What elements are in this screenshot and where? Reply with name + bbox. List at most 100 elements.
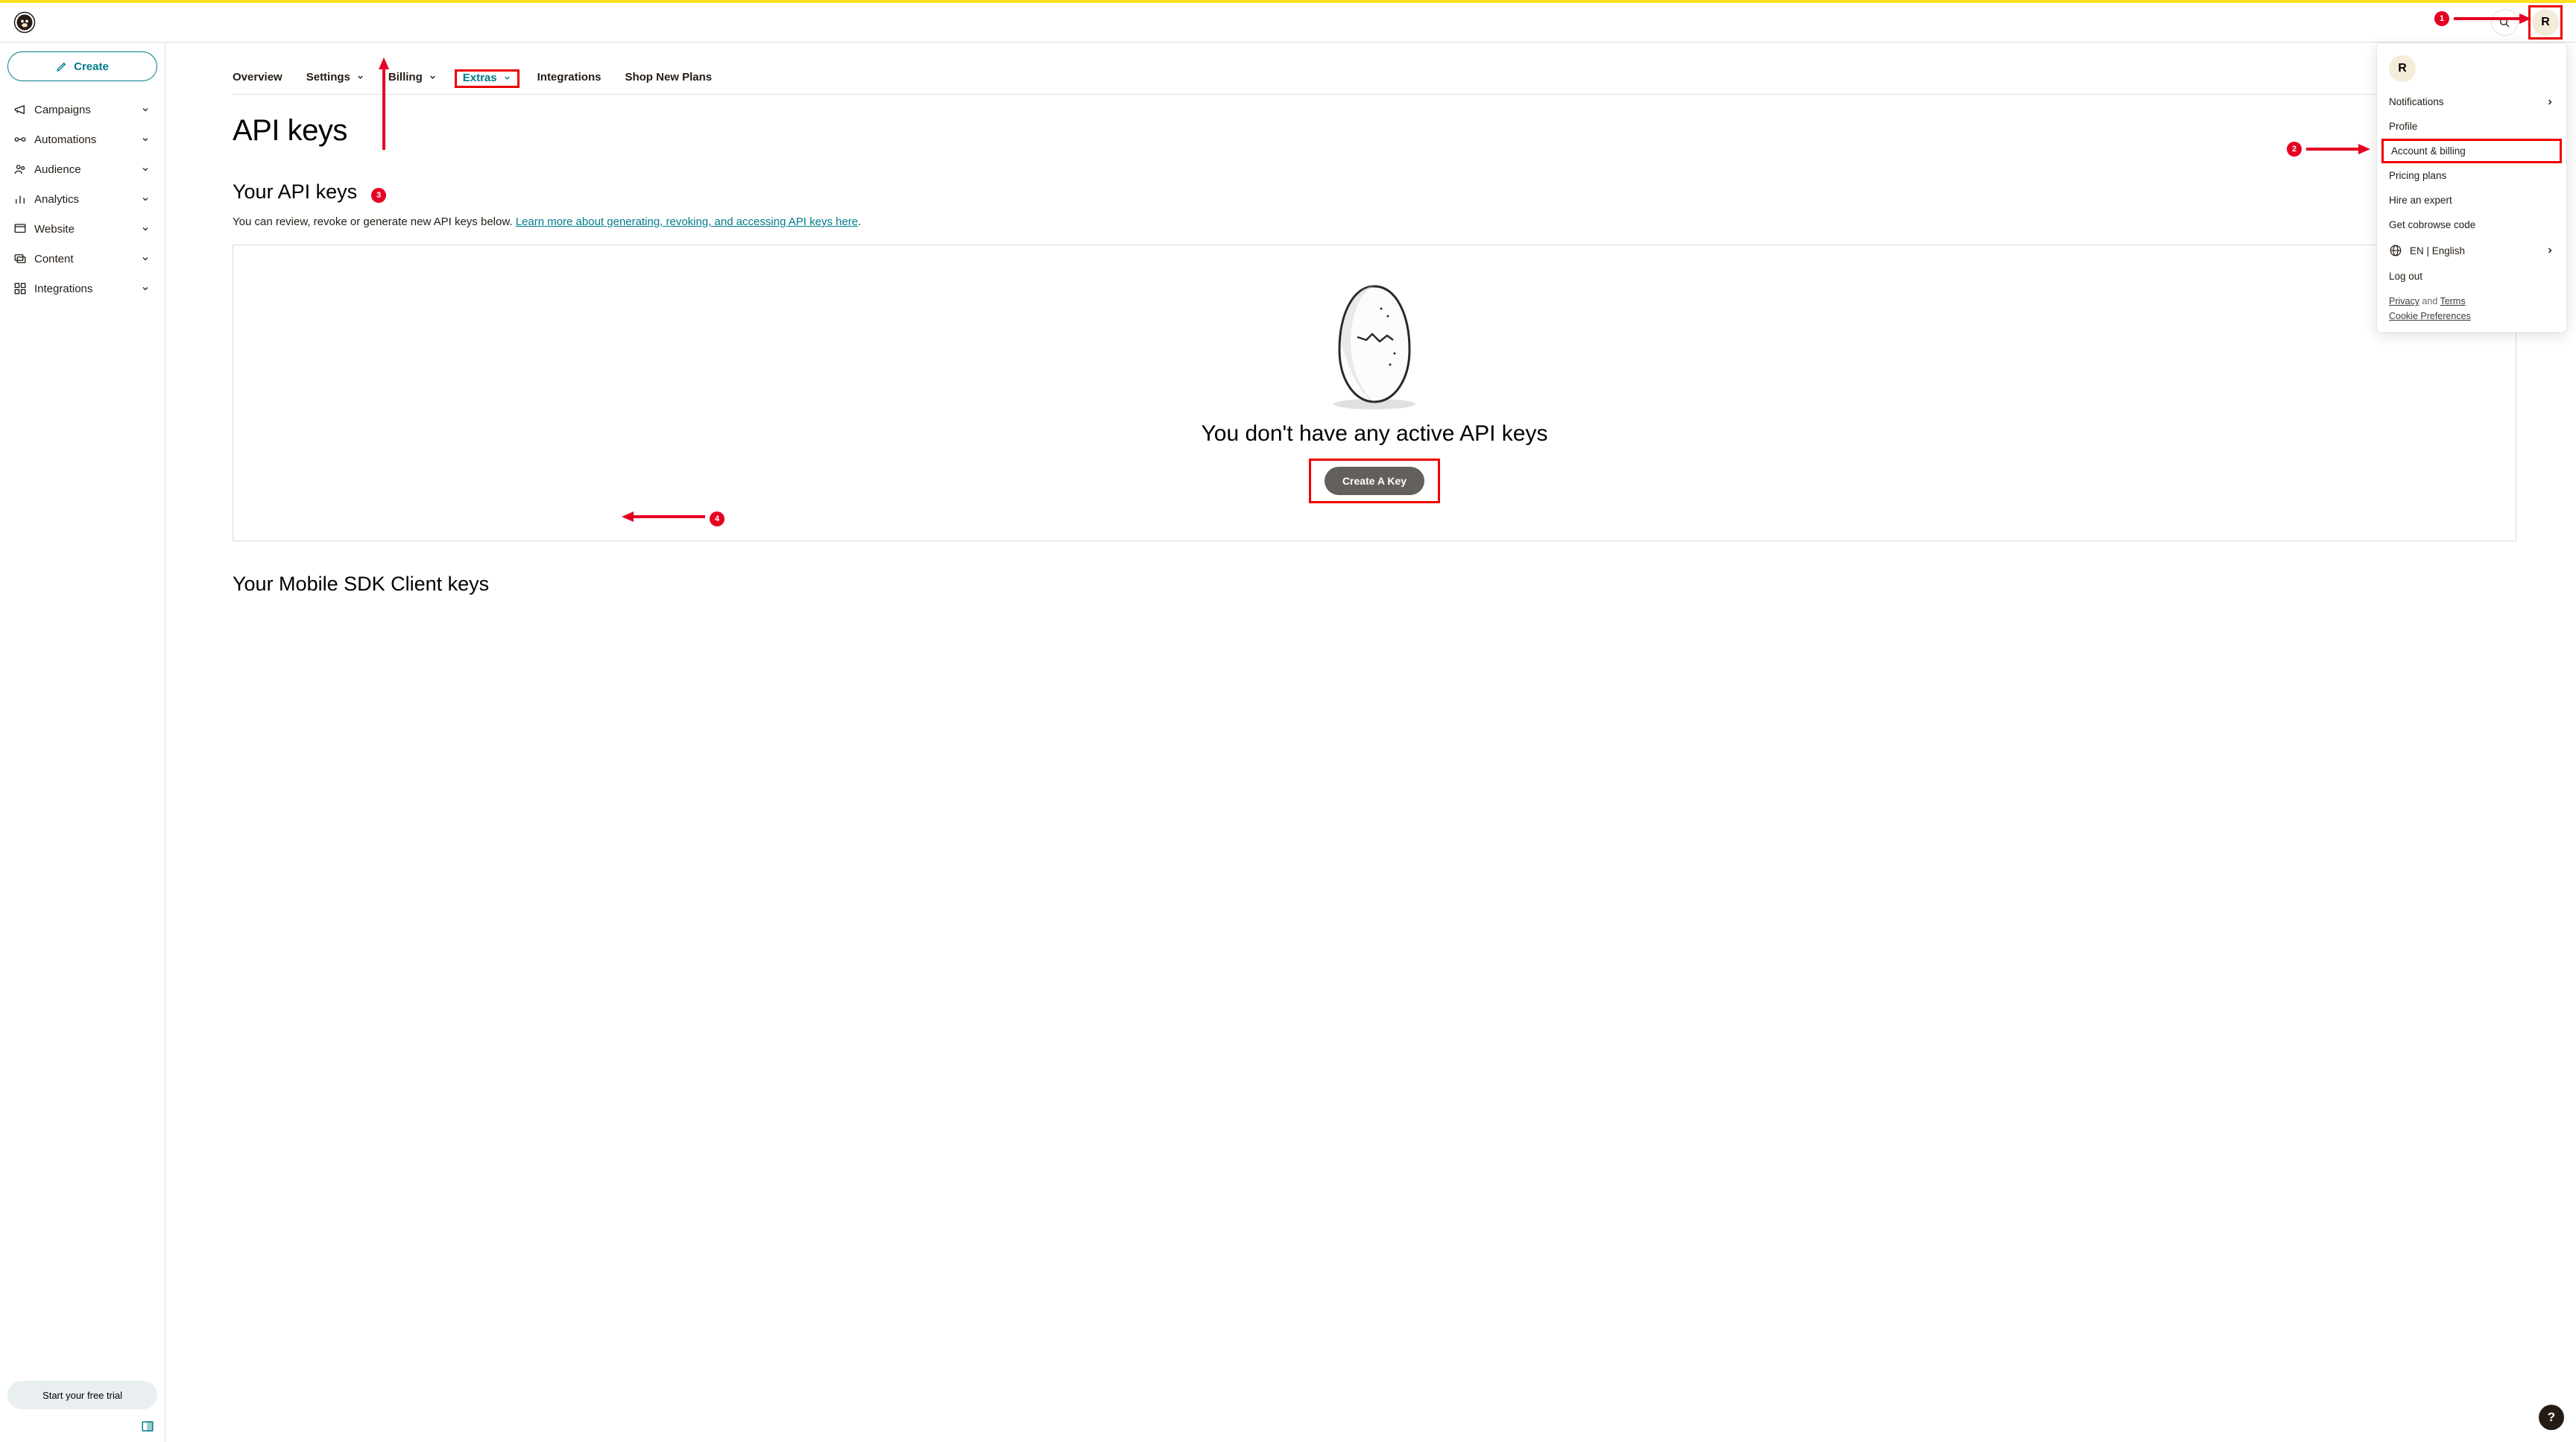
- dropdown-item-account-billing[interactable]: Account & billing: [2381, 139, 2562, 163]
- chevron-right-icon: [2545, 98, 2554, 107]
- sidebar-item-label: Audience: [34, 163, 139, 176]
- start-free-trial-button[interactable]: Start your free trial: [7, 1381, 157, 1409]
- empty-state-heading: You don't have any active API keys: [248, 421, 2501, 447]
- cookie-prefs-link[interactable]: Cookie Preferences: [2389, 311, 2471, 321]
- sidebar-item-label: Website: [34, 223, 139, 236]
- dropdown-item-logout[interactable]: Log out: [2377, 264, 2566, 289]
- sidebar-item-integrations[interactable]: Integrations: [7, 274, 157, 303]
- chevron-down-icon: [356, 73, 364, 81]
- dropdown-item-profile[interactable]: Profile: [2377, 114, 2566, 139]
- pencil-icon: [56, 60, 68, 72]
- trial-button-label: Start your free trial: [42, 1390, 122, 1401]
- create-button-label: Create: [74, 60, 109, 73]
- sidebar-item-label: Content: [34, 253, 139, 265]
- section-title-api-keys: Your API keys: [233, 180, 2516, 204]
- create-api-key-button[interactable]: Create A Key: [1325, 467, 1424, 495]
- and-text: and: [2419, 296, 2440, 306]
- chevron-right-icon: [2545, 246, 2554, 255]
- tab-label: Integrations: [537, 71, 602, 84]
- tab-billing[interactable]: Billing: [388, 65, 437, 94]
- monkey-head-icon: [13, 11, 36, 34]
- help-fab-button[interactable]: ?: [2539, 1405, 2564, 1430]
- mailchimp-logo[interactable]: [13, 11, 36, 34]
- empty-state-box: You don't have any active API keys Creat…: [233, 245, 2516, 541]
- privacy-link[interactable]: Privacy: [2389, 296, 2419, 306]
- tab-label: Extras: [463, 72, 497, 84]
- top-bar: R: [0, 3, 2576, 42]
- dropdown-item-language[interactable]: EN | English: [2377, 237, 2566, 264]
- chevron-down-icon: [139, 223, 151, 235]
- chevron-down-icon: [139, 104, 151, 116]
- tab-shop-plans[interactable]: Shop New Plans: [625, 65, 712, 94]
- automation-icon: [13, 133, 34, 146]
- section-title-mobile-sdk: Your Mobile SDK Client keys: [233, 573, 2516, 596]
- sidebar-item-label: Integrations: [34, 283, 139, 295]
- sidebar-item-website[interactable]: Website: [7, 214, 157, 244]
- account-dropdown-menu: R Notifications Profile Account & billin…: [2376, 42, 2567, 333]
- main-content: Overview Settings Billing Extras Integra…: [165, 42, 2576, 1442]
- terms-link[interactable]: Terms: [2440, 296, 2466, 306]
- tab-integrations[interactable]: Integrations: [537, 65, 602, 94]
- sidebar-item-label: Campaigns: [34, 104, 139, 116]
- sidebar-item-label: Automations: [34, 133, 139, 146]
- website-icon: [13, 222, 34, 236]
- question-mark-icon: ?: [2548, 1410, 2555, 1425]
- dropdown-item-label: Log out: [2389, 271, 2422, 282]
- dropdown-item-hire-expert[interactable]: Hire an expert: [2377, 188, 2566, 212]
- search-button[interactable]: [2491, 9, 2518, 36]
- dropdown-item-label: EN | English: [2410, 245, 2465, 256]
- tab-overview[interactable]: Overview: [233, 65, 282, 94]
- audience-icon: [13, 163, 34, 176]
- chevron-down-icon: [139, 133, 151, 145]
- desc-text: You can review, revoke or generate new A…: [233, 215, 516, 228]
- chevron-down-icon: [503, 74, 511, 82]
- page-title: API keys: [233, 114, 2516, 148]
- empty-state-illustration: [248, 275, 2501, 417]
- account-avatar-button[interactable]: R: [2532, 9, 2559, 36]
- content-icon: [13, 252, 34, 265]
- collapse-sidebar-button[interactable]: [7, 1420, 157, 1433]
- dropdown-item-pricing-plans[interactable]: Pricing plans: [2377, 163, 2566, 188]
- search-icon: [2498, 16, 2510, 28]
- dropdown-item-label: Profile: [2389, 121, 2417, 132]
- dropdown-item-notifications[interactable]: Notifications: [2377, 89, 2566, 114]
- section-description: You can review, revoke or generate new A…: [233, 214, 2516, 231]
- grid-icon: [13, 282, 34, 295]
- dropdown-footer: Privacy and Terms Cookie Preferences: [2377, 289, 2566, 321]
- sidebar-item-campaigns[interactable]: Campaigns: [7, 95, 157, 125]
- account-tabs: Overview Settings Billing Extras Integra…: [233, 65, 2516, 95]
- dropdown-item-label: Account & billing: [2391, 145, 2466, 157]
- tab-label: Billing: [388, 71, 423, 84]
- create-key-label: Create A Key: [1342, 475, 1407, 487]
- globe-icon: [2389, 244, 2402, 257]
- sidebar-item-automations[interactable]: Automations: [7, 125, 157, 154]
- megaphone-icon: [13, 103, 34, 116]
- panel-collapse-icon: [141, 1420, 154, 1433]
- sidebar-item-content[interactable]: Content: [7, 244, 157, 274]
- create-button[interactable]: Create: [7, 51, 157, 81]
- tab-label: Shop New Plans: [625, 71, 712, 84]
- sidebar-item-analytics[interactable]: Analytics: [7, 184, 157, 214]
- tab-extras[interactable]: Extras: [455, 69, 520, 88]
- annotation-highlight-avatar: R: [2528, 5, 2563, 40]
- dropdown-avatar: R: [2389, 55, 2416, 82]
- sidebar-item-audience[interactable]: Audience: [7, 154, 157, 184]
- chevron-down-icon: [139, 253, 151, 265]
- dropdown-item-label: Get cobrowse code: [2389, 219, 2475, 230]
- dropdown-item-label: Pricing plans: [2389, 170, 2446, 181]
- cracked-egg-icon: [1319, 279, 1430, 413]
- dropdown-item-label: Notifications: [2389, 96, 2444, 107]
- tab-label: Overview: [233, 71, 282, 84]
- chevron-down-icon: [139, 283, 151, 295]
- bar-chart-icon: [13, 192, 34, 206]
- avatar-letter: R: [2541, 16, 2550, 29]
- tab-label: Settings: [306, 71, 350, 84]
- dropdown-item-cobrowse[interactable]: Get cobrowse code: [2377, 212, 2566, 237]
- left-sidebar: Create Campaigns Automations Audie: [0, 42, 165, 1442]
- sidebar-item-label: Analytics: [34, 193, 139, 206]
- avatar-letter: R: [2398, 62, 2407, 75]
- learn-more-link[interactable]: Learn more about generating, revoking, a…: [516, 215, 858, 228]
- tab-settings[interactable]: Settings: [306, 65, 364, 94]
- chevron-down-icon: [139, 163, 151, 175]
- desc-post: .: [858, 215, 861, 228]
